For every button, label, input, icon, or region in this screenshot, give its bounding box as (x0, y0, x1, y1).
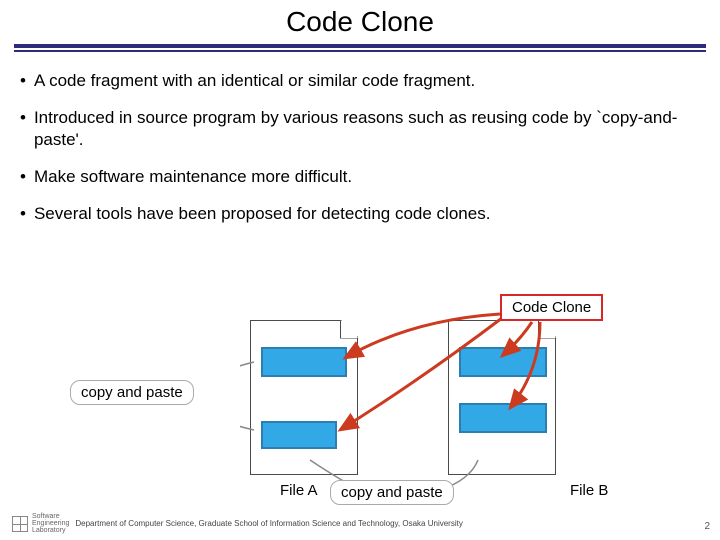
code-fragment-b1 (459, 347, 547, 377)
bullet-list: • A code fragment with an identical or s… (0, 52, 720, 224)
title-rule-thick (14, 44, 706, 48)
bullet-text: Several tools have been proposed for det… (34, 203, 490, 224)
copy-paste-callout-left: copy and paste (70, 380, 194, 405)
bullet-dot: • (20, 107, 26, 150)
bullet-dot: • (20, 166, 26, 187)
file-a-page (250, 320, 358, 475)
file-b-page (448, 320, 556, 475)
footer-dept: Department of Computer Science, Graduate… (75, 519, 462, 528)
file-b-label: File B (570, 482, 608, 499)
bullet-dot: • (20, 70, 26, 91)
bullet-text: Introduced in source program by various … (34, 107, 700, 150)
bullet-item: • Make software maintenance more difficu… (20, 166, 700, 187)
code-clone-label: Code Clone (500, 294, 603, 321)
bullet-text: Make software maintenance more difficult… (34, 166, 352, 187)
bullet-text: A code fragment with an identical or sim… (34, 70, 475, 91)
code-fragment-a2 (261, 421, 337, 449)
bullet-dot: • (20, 203, 26, 224)
file-a-label: File A (280, 482, 318, 499)
bullet-item: • Introduced in source program by variou… (20, 107, 700, 150)
lab-logo-icon (12, 516, 28, 532)
code-fragment-a1 (261, 347, 347, 377)
code-fragment-b2 (459, 403, 547, 433)
slide-title: Code Clone (0, 0, 720, 44)
slide-footer: Software Engineering Laboratory Departme… (12, 513, 708, 534)
lab-logo-text: Software Engineering Laboratory (32, 513, 69, 534)
copy-paste-callout-bottom: copy and paste (330, 480, 454, 505)
bullet-item: • Several tools have been proposed for d… (20, 203, 700, 224)
bullet-item: • A code fragment with an identical or s… (20, 70, 700, 91)
page-number: 2 (704, 521, 710, 532)
clone-diagram: Code Clone copy and paste copy and paste… (240, 300, 660, 500)
